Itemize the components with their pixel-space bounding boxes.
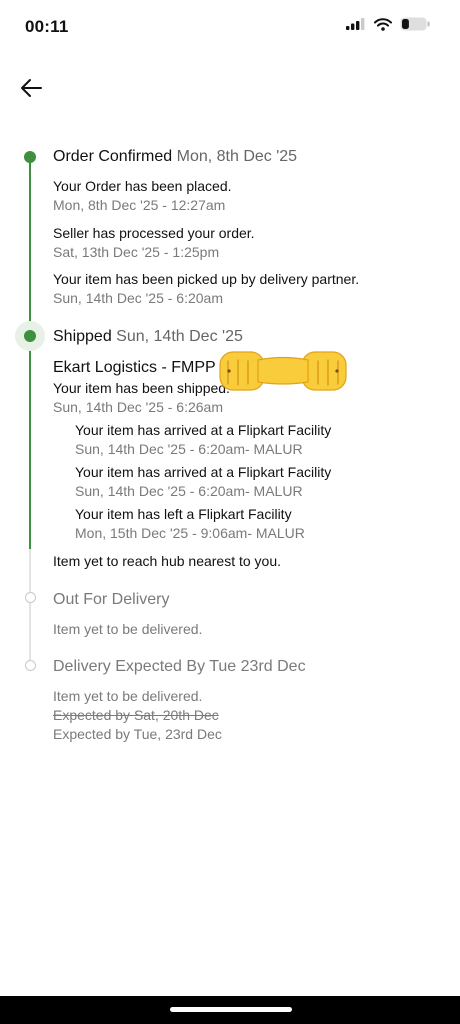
- status-dot-confirmed: [24, 151, 36, 163]
- old-expected-date: Expected by Sat, 20th Dec: [53, 707, 219, 723]
- cellular-signal-icon: [346, 18, 365, 30]
- sub-event-time: Sun, 14th Dec '25 - 6:20am- MALUR: [75, 441, 303, 457]
- sub-event-text: Your item has arrived at a Flipkart Faci…: [75, 422, 332, 438]
- event-time: Sat, 13th Dec '25 - 1:25pm: [53, 244, 220, 260]
- event-text: Your item has been picked up by delivery…: [53, 271, 360, 287]
- event-time: Mon, 8th Dec '25 - 12:27am: [53, 197, 226, 213]
- home-indicator[interactable]: [170, 1007, 292, 1012]
- event-text: Seller has processed your order.: [53, 225, 255, 241]
- battery-icon: [400, 17, 430, 31]
- home-indicator-bar: [0, 996, 460, 1024]
- event-time: Sun, 14th Dec '25 - 6:20am: [53, 290, 223, 306]
- status-time: 00:11: [25, 17, 69, 36]
- sub-event-time: Sun, 14th Dec '25 - 6:20am- MALUR: [75, 483, 303, 499]
- sub-event-text: Your item has arrived at a Flipkart Faci…: [75, 464, 332, 480]
- new-expected-date: Expected by Tue, 23rd Dec: [53, 726, 222, 742]
- event-text: Your item has been shipped.: [53, 380, 230, 396]
- event-time: Sun, 14th Dec '25 - 6:26am: [53, 399, 223, 415]
- arrow-left-icon: [21, 79, 42, 97]
- timeline-rail-pending: [29, 549, 31, 666]
- step-confirmed-date: Mon, 8th Dec '25: [176, 148, 298, 165]
- pending-hub-note: Item yet to reach hub nearest to you.: [53, 553, 282, 569]
- step-shipped-heading: Shipped Sun, 14th Dec '25: [53, 328, 243, 346]
- sub-event-text: Your item has left a Flipkart Facility: [75, 506, 292, 522]
- fist-bump-emoji: [219, 351, 347, 391]
- step-confirmed-title: Order Confirmed: [53, 148, 173, 165]
- status-dot-delivery: [24, 660, 36, 671]
- courier-name: Ekart Logistics - FMPP: [53, 359, 216, 376]
- timeline-rail-completed: [29, 156, 31, 549]
- step-out-for-delivery-title: Out For Delivery: [53, 591, 170, 608]
- sub-event-time: Mon, 15th Dec '25 - 9:06am- MALUR: [75, 525, 305, 541]
- step-shipped-date: Sun, 14th Dec '25: [116, 328, 243, 345]
- status-icons: [346, 17, 430, 31]
- wifi-icon: [374, 17, 392, 31]
- out-for-delivery-note: Item yet to be delivered.: [53, 621, 203, 637]
- step-confirmed-heading: Order Confirmed Mon, 8th Dec '25: [53, 148, 297, 166]
- step-delivery-title: Delivery Expected By Tue 23rd Dec: [53, 658, 306, 675]
- delivery-note: Item yet to be delivered.: [53, 688, 203, 704]
- status-dot-out-for-delivery: [24, 592, 36, 603]
- status-dot-shipped: [24, 330, 36, 342]
- step-shipped-title: Shipped: [53, 328, 112, 345]
- back-button[interactable]: [18, 74, 46, 102]
- status-bar: 00:11: [0, 0, 460, 56]
- event-text: Your Order has been placed.: [53, 178, 232, 194]
